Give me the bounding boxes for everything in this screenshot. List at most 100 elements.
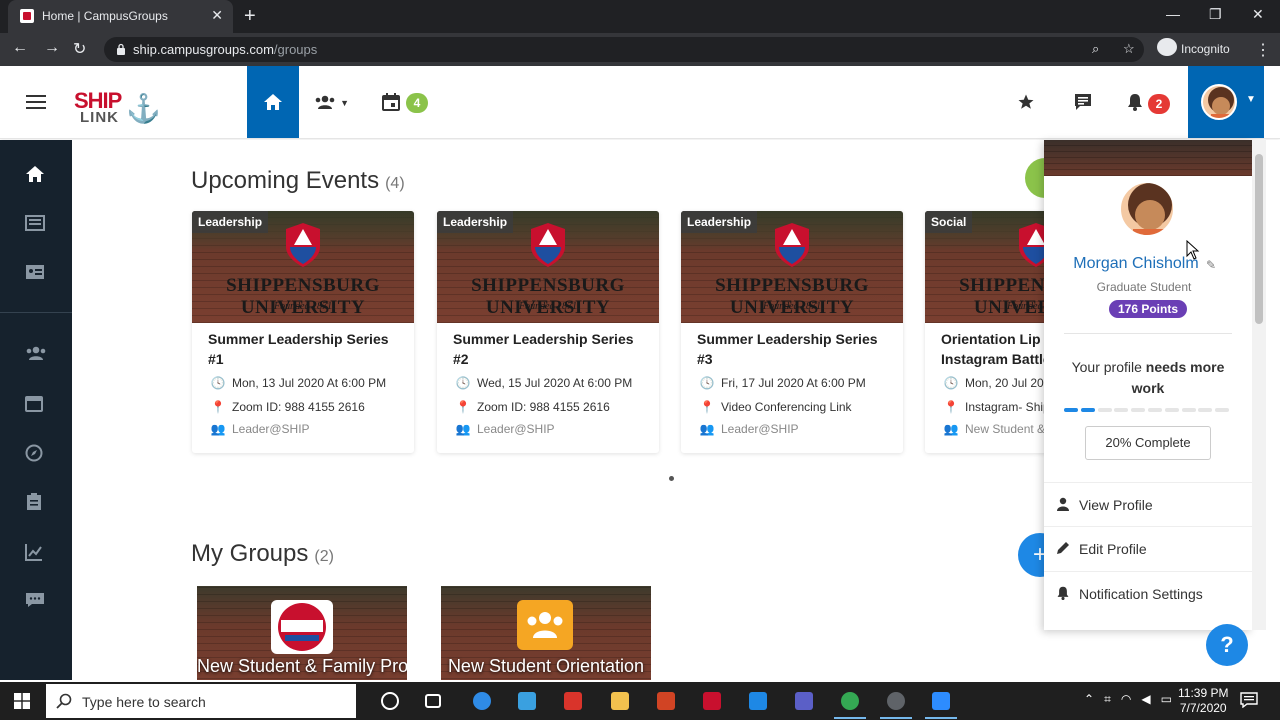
event-host-text: Leader@SHIP [721,422,799,436]
nav-home-button[interactable] [247,66,299,138]
sidebar-item-forms[interactable] [0,479,72,527]
group-name: New Student & Family Programs [197,656,407,676]
scrollbar-thumb[interactable] [1255,154,1263,324]
shiplink-logo[interactable]: SHIP LINK ⚓ [72,78,161,130]
event-card[interactable]: SHIPPENSBURG UNIVERSITY Founded 1871 Leade… [437,211,659,453]
new-tab-icon[interactable]: + [244,5,256,28]
zoom-icon[interactable]: ⌕ [1092,41,1099,57]
browser-tab-bar: Home | CampusGroups ✕ + — ❐ ✕ [0,0,1280,33]
profile-name-link[interactable]: Morgan Chisholm [1044,255,1228,273]
event-title[interactable]: Summer Leadership Series #3 [697,329,892,369]
map-pin-icon: 📍 [210,400,226,414]
teams-icon[interactable] [784,686,824,716]
zoom-app-icon[interactable] [921,686,961,719]
file-explorer-icon[interactable] [600,686,640,716]
menu-item-view-profile[interactable]: View Profile [1044,482,1252,526]
event-card[interactable]: SHIPPENSBURG UNIVERSITY Founded 1871 Leade… [681,211,903,453]
restore-icon[interactable]: ❐ [1209,6,1222,23]
group-card[interactable]: New Student Orientation [441,586,651,680]
shield-icon[interactable] [692,686,732,716]
cortana-icon[interactable] [370,686,410,716]
favorites-button[interactable] [1017,93,1035,116]
group-cover-image: New Student Orientation [441,586,651,680]
profile-msg-bold: needs more work [1131,359,1225,396]
profile-menu-button[interactable]: ▼ [1188,66,1264,138]
nav-events-button[interactable]: 4 [382,93,428,116]
taskbar-clock[interactable]: 11:39 PM 7/7/2020 [1178,686,1228,716]
profile-cover-image [1044,140,1252,176]
host-group-icon: 👥 [210,422,226,436]
network-icon[interactable]: ⌗ [1104,692,1111,706]
action-center-icon[interactable] [1240,692,1258,708]
hamburger-menu-icon[interactable] [26,95,46,109]
address-bar: ← → ↻ ship.campusgroups.com/groups ⌕ ☆ I… [0,33,1280,66]
sidebar-item-id-card[interactable] [0,249,72,297]
acrobat-icon[interactable] [646,686,686,716]
menu-item-label: Edit Profile [1079,541,1147,557]
sidebar-item-groups[interactable] [0,331,72,379]
complete-profile-button[interactable]: 20% Complete [1085,426,1211,460]
store-icon[interactable] [507,686,547,716]
edge-browser-icon[interactable] [462,686,502,716]
sidebar-item-messages[interactable] [0,578,72,626]
url-field[interactable]: ship.campusgroups.com/groups [104,37,1144,62]
event-card[interactable]: SHIPPENSBURG UNIVERSITY Founded 1871 Leade… [192,211,414,453]
wifi-icon[interactable]: ◠ [1121,692,1131,706]
help-button[interactable]: ? [1206,624,1248,666]
windows-start-icon[interactable] [14,693,30,709]
favicon-icon [20,9,34,23]
messages-button[interactable] [1074,93,1092,116]
tab-close-icon[interactable]: ✕ [211,7,223,24]
nav-groups-button[interactable]: ▼ [314,94,349,114]
progress-segment [1181,408,1196,412]
incognito-indicator[interactable]: Incognito [1157,38,1230,59]
event-location: 📍 Video Conferencing Link [699,400,852,414]
volume-icon[interactable]: ◀ [1141,692,1150,706]
event-title[interactable]: Summer Leadership Series #2 [453,329,648,369]
carousel-dot[interactable] [669,476,674,481]
group-card[interactable]: New Student & Family Programs [197,586,407,680]
pencil-icon[interactable]: ✎ [1206,258,1216,272]
keyboard-icon[interactable]: ▭ [1161,692,1172,706]
app-red-icon[interactable] [553,686,593,716]
back-arrow-icon[interactable]: ← [12,39,28,57]
reload-icon[interactable]: ↻ [73,39,86,59]
mail-icon[interactable] [738,686,778,716]
event-location-text: Video Conferencing Link [721,400,852,414]
sidebar-item-discover[interactable] [0,430,72,478]
bookmark-star-icon[interactable]: ☆ [1123,41,1135,57]
minimize-icon[interactable]: — [1166,6,1180,22]
menu-item-notification-settings[interactable]: Notification Settings [1044,571,1252,615]
event-location: 📍 Zoom ID: 988 4155 2616 [210,400,365,414]
profile-progress-bar [1064,408,1232,412]
home-icon [264,94,282,110]
window-close-icon[interactable]: ✕ [1252,6,1264,23]
taskbar-search-input[interactable]: Type here to search [46,684,356,718]
chevron-up-icon[interactable]: ⌃ [1084,692,1094,706]
notifications-button[interactable]: 2 [1126,93,1170,116]
sidebar-divider [0,312,72,313]
ship-orientation-logo [271,600,333,654]
avatar [1201,84,1237,120]
system-tray[interactable]: ⌃ ⌗ ◠ ◀ ▭ [1084,692,1172,707]
task-view-icon[interactable] [414,686,454,716]
browser-tab[interactable]: Home | CampusGroups ✕ [8,0,233,33]
chrome-incognito-icon[interactable] [876,686,916,719]
forward-arrow-icon[interactable]: → [44,39,60,57]
sidebar-item-events[interactable] [0,380,72,428]
browser-menu-icon[interactable]: ⋮ [1255,40,1271,60]
sidebar-item-feed[interactable] [0,200,72,248]
menu-item-edit-profile[interactable]: Edit Profile [1044,526,1252,570]
points-badge[interactable]: 176 Points [1109,300,1187,318]
sidebar-item-reports[interactable] [0,529,72,577]
event-title[interactable]: Summer Leadership Series #1 [208,329,403,369]
sidebar-item-home[interactable] [0,151,72,199]
map-pin-icon: 📍 [455,400,471,414]
dropdown-scrollbar[interactable] [1252,140,1266,630]
clock-icon: 🕓 [943,376,959,390]
profile-avatar[interactable] [1118,180,1176,238]
profile-role: Graduate Student [1096,280,1192,294]
my-groups-title: My Groups [191,540,309,567]
chrome-icon[interactable] [830,686,870,719]
banner-founded: Founded 1871 [762,301,822,312]
